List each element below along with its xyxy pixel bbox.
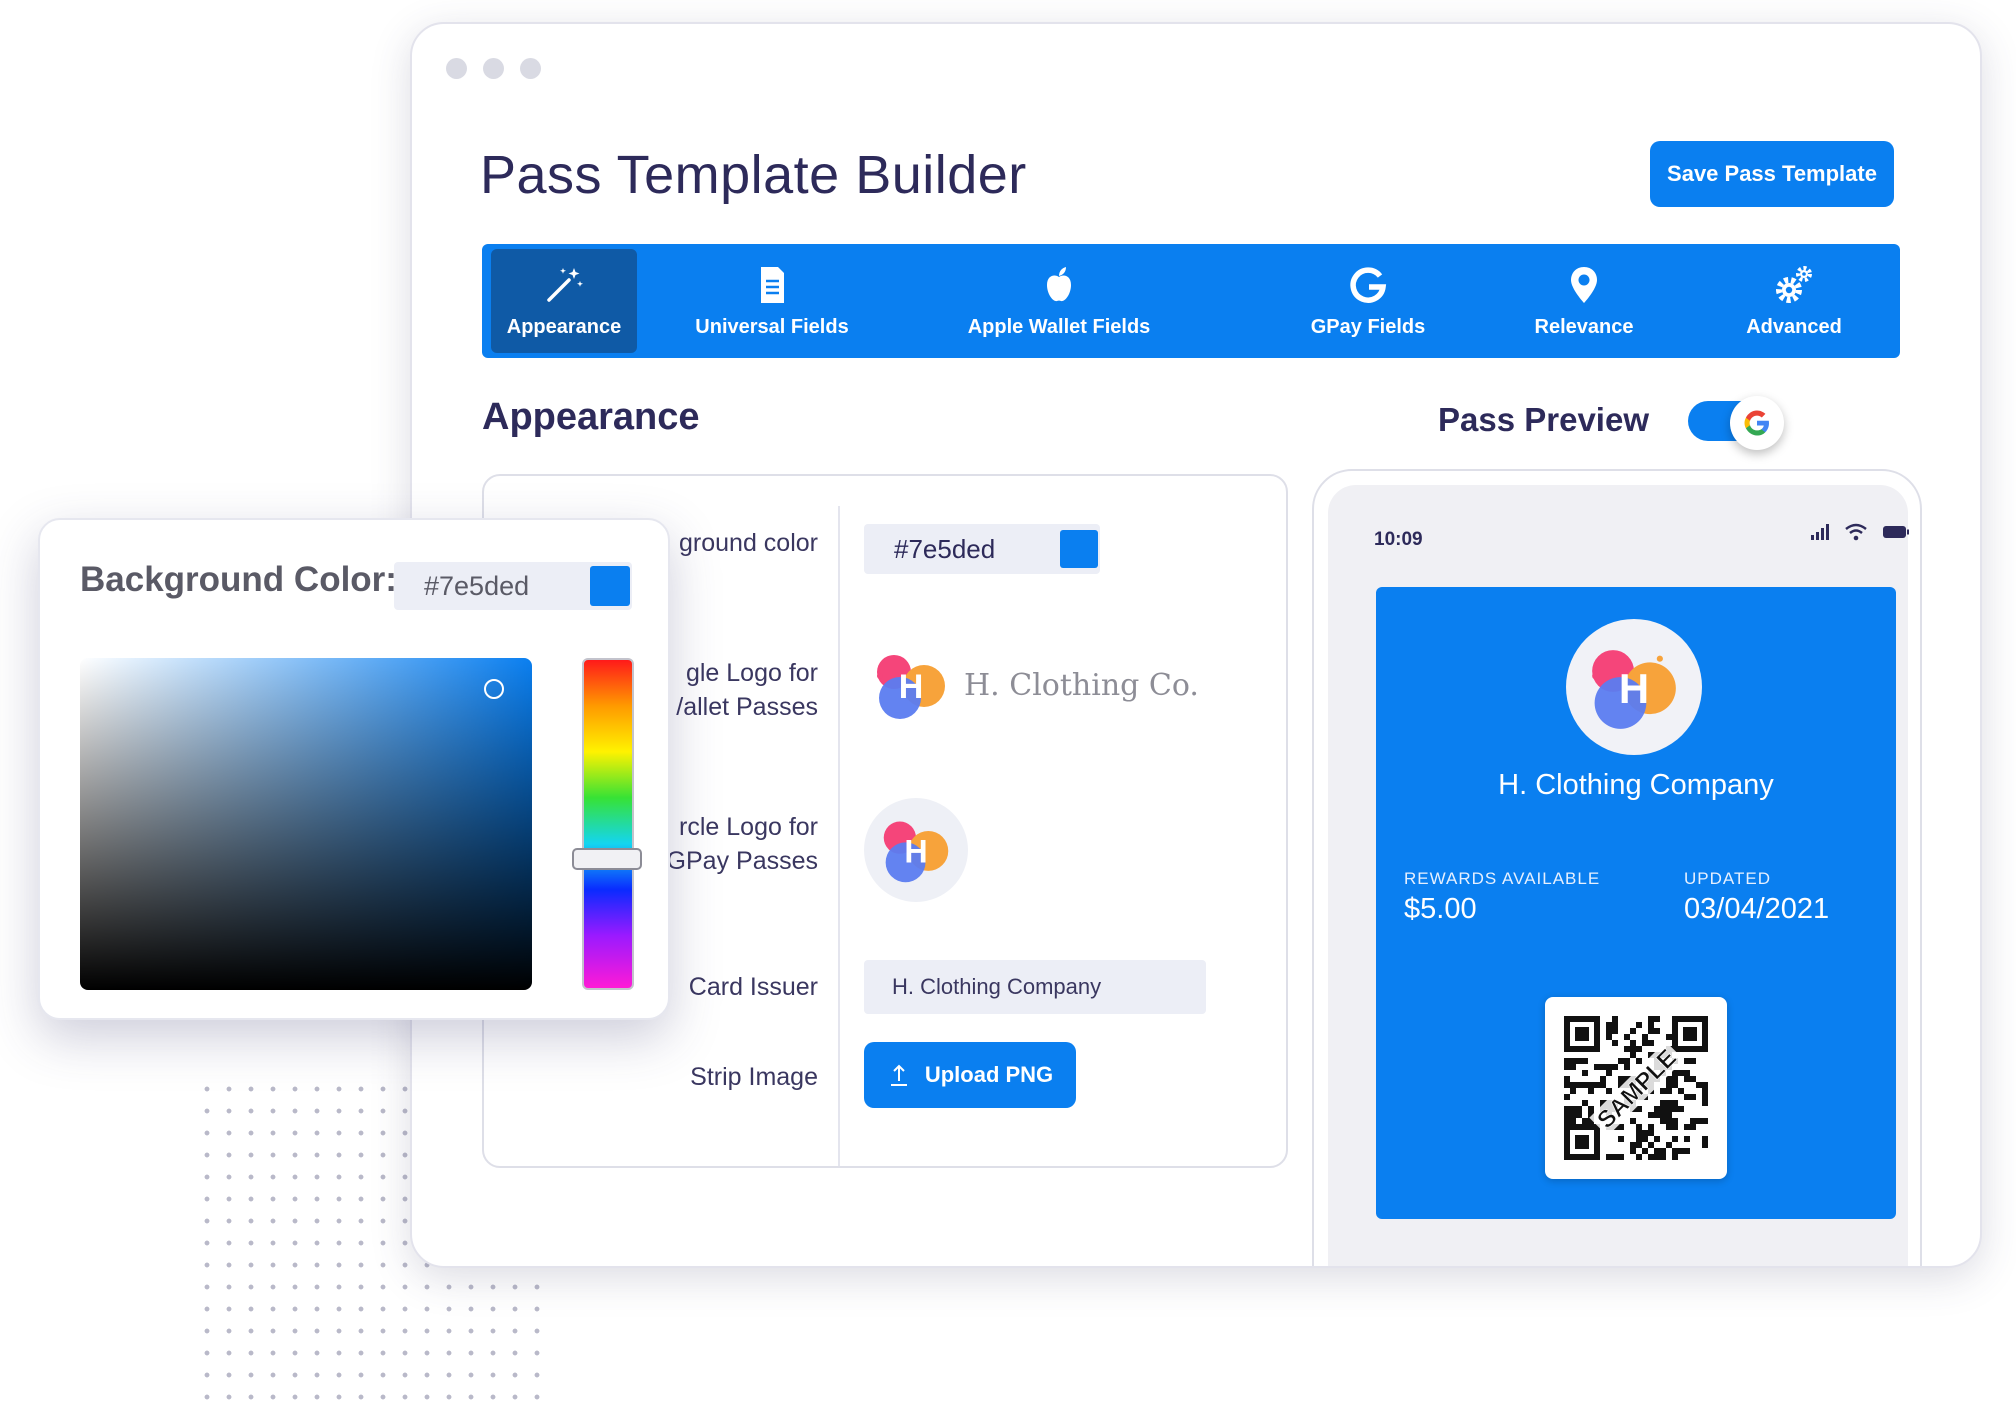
window-dot-1[interactable] [446,58,467,79]
h-logo-icon: H [1592,650,1676,729]
circle-logo-label: rcle Logo for GPay Passes [667,810,818,878]
h-logo-icon: H [877,655,945,719]
circle-logo-label-line1: rcle Logo for [679,813,818,841]
window-dot-3[interactable] [520,58,541,79]
location-pin-icon [1571,266,1597,303]
window-dot-2[interactable] [483,58,504,79]
tab-appearance[interactable]: Appearance [491,249,637,353]
document-icon [761,266,784,303]
tab-advanced[interactable]: Advanced [1732,249,1856,353]
saturation-value-cursor[interactable] [484,679,504,699]
phone-preview: 10:09 H H. Clothing Company REWARDS AVAI… [1312,469,1922,1266]
upload-icon [890,1064,907,1086]
pass-logo: H [1566,619,1702,755]
tab-bar: Appearance Universal Fields Apple Wallet… [482,244,1900,358]
qr-code-icon: SAMPLE [1564,1016,1708,1160]
phone-screen: 10:09 H H. Clothing Company REWARDS AVAI… [1328,485,1910,1266]
color-picker-popover: Background Color: #7e5ded [38,518,670,1020]
save-pass-template-button[interactable]: Save Pass Template [1650,141,1894,207]
card-issuer-label: Card Issuer [688,973,818,1001]
rect-logo-label-line2: /allet Passes [676,693,818,721]
svg-text:H: H [904,833,927,869]
qr-code: SAMPLE [1545,997,1727,1179]
circle-logo-preview[interactable]: H [864,798,968,902]
upload-png-button[interactable]: Upload PNG [864,1042,1076,1108]
card-issuer-input[interactable]: H. Clothing Company [864,960,1206,1014]
status-icons [1810,523,1910,541]
apple-icon [1047,266,1071,301]
svg-text:H: H [899,668,924,706]
page-title: Pass Template Builder [480,145,1027,205]
tab-label: Appearance [506,315,622,338]
toggle-knob[interactable] [1730,396,1784,450]
battery-icon [1883,526,1909,538]
updated-value: 03/04/2021 [1684,893,1830,925]
google-logo-icon [1744,410,1769,436]
color-picker-title: Background Color: [80,560,397,599]
hue-slider[interactable] [582,658,634,990]
saturation-value-area[interactable] [80,658,532,990]
google-g-icon [1350,266,1387,303]
pass-card[interactable]: H H. Clothing Company REWARDS AVAILABLE … [1376,587,1896,1219]
window-controls [446,58,541,79]
magic-wand-icon [547,267,583,302]
tab-universal-fields[interactable]: Universal Fields [662,249,882,353]
tab-gpay-fields[interactable]: GPay Fields [1300,249,1436,353]
signal-icon [1811,524,1829,540]
color-picker-swatch [590,566,630,606]
panel-divider [838,506,840,1166]
rect-logo-preview[interactable]: H H. Clothing Co. [872,646,1199,724]
tab-label: Relevance [1534,315,1634,338]
rect-logo-label-line1: gle Logo for [685,659,818,687]
pass-company-name: H. Clothing Company [1498,769,1774,801]
gears-icon [1776,265,1812,303]
circle-logo-label-line2: GPay Passes [666,847,818,875]
tab-label: Universal Fields [695,315,849,338]
upload-png-label: Upload PNG [924,1062,1054,1087]
tab-apple-wallet-fields[interactable]: Apple Wallet Fields [952,249,1166,353]
svg-text:H: H [1619,665,1649,712]
tab-label: GPay Fields [1310,315,1426,338]
background-color-swatch[interactable] [1060,530,1098,568]
wifi-icon [1845,523,1867,541]
hue-slider-handle[interactable] [572,848,642,870]
rewards-label: REWARDS AVAILABLE [1404,869,1601,888]
tab-label: Apple Wallet Fields [967,315,1151,338]
h-logo-icon: H [883,821,949,883]
rect-logo-label: gle Logo for /allet Passes [676,656,818,724]
rect-logo-brand-text: H. Clothing Co. [964,667,1199,703]
background-color-label: ground color [679,529,818,557]
rewards-value: $5.00 [1404,893,1477,925]
tab-relevance[interactable]: Relevance [1522,249,1646,353]
pass-preview-title: Pass Preview [1438,401,1649,438]
section-title-appearance: Appearance [482,396,700,438]
tab-label: Advanced [1746,315,1842,338]
strip-image-label: Strip Image [690,1063,818,1091]
updated-label: UPDATED [1684,869,1771,888]
status-time: 10:09 [1374,529,1423,550]
